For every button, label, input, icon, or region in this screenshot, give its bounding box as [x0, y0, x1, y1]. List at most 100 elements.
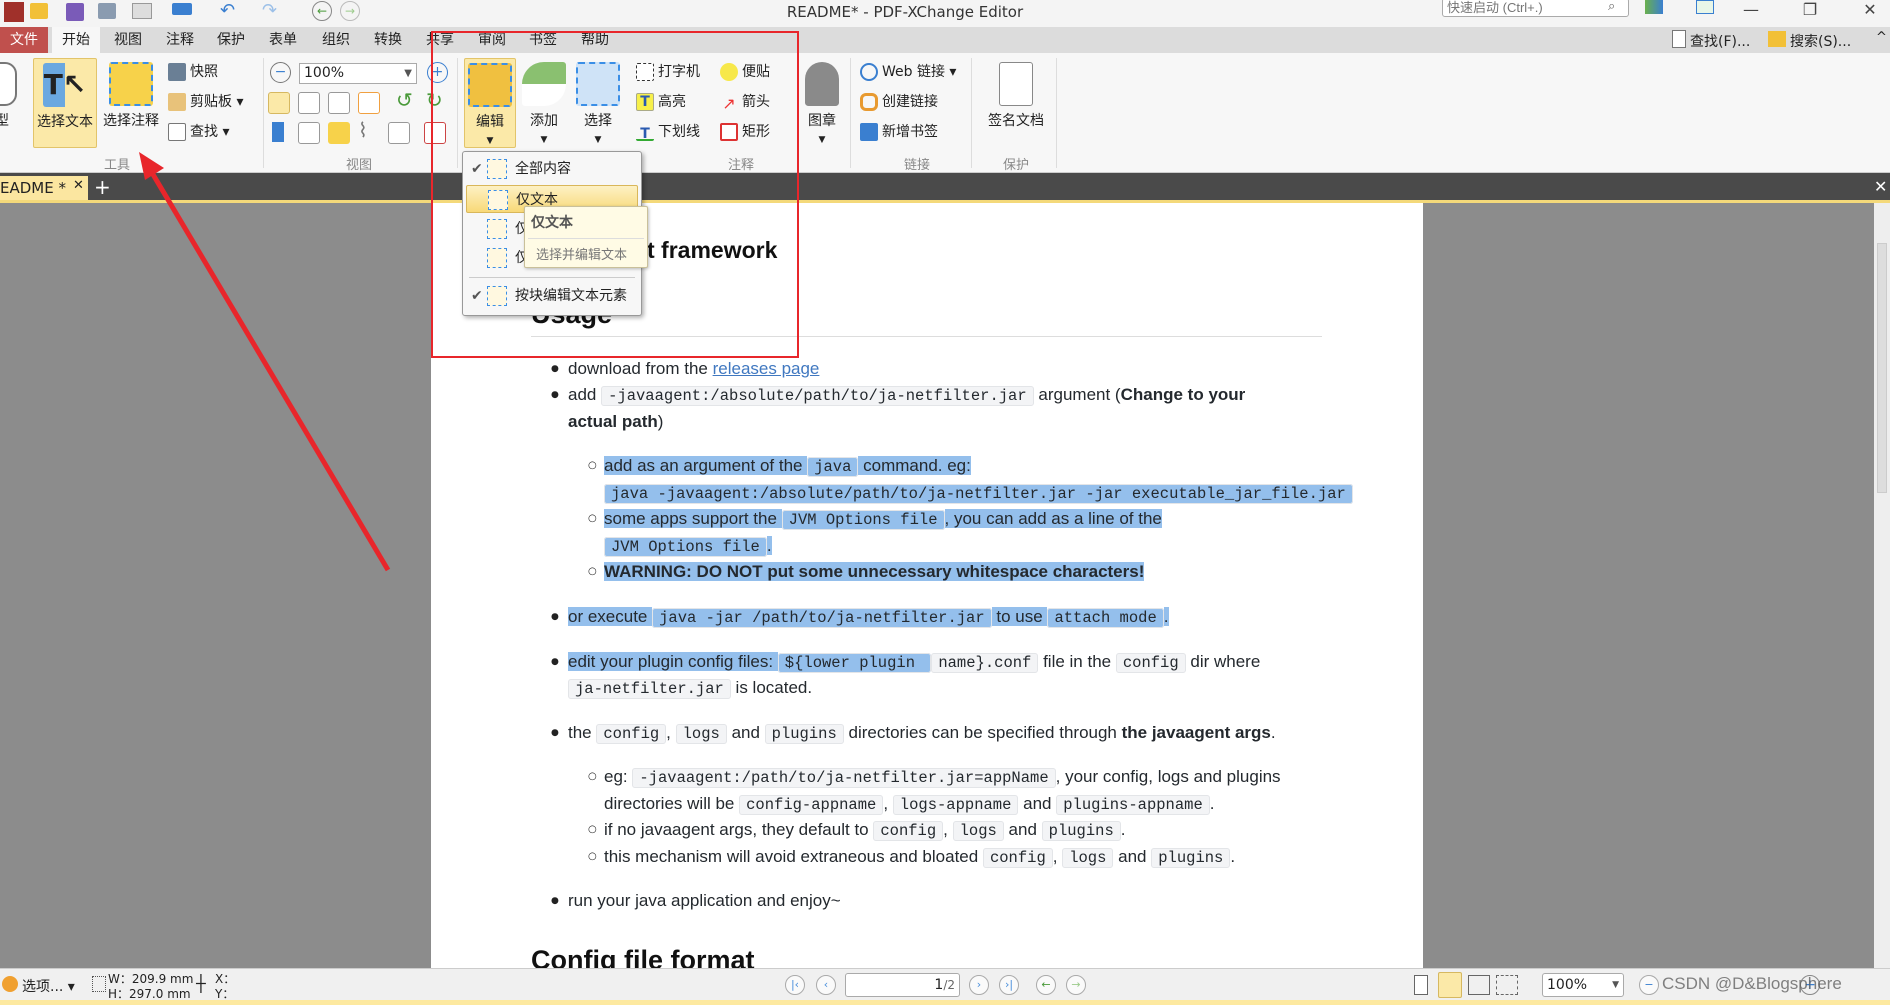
tab-view[interactable]: 视图	[104, 27, 152, 53]
find-doc-icon	[1672, 30, 1686, 48]
select-button[interactable]: 选择 ▼	[572, 58, 624, 148]
tab-help[interactable]: 帮助	[571, 27, 619, 53]
collapse-ribbon-icon[interactable]: ^	[1876, 30, 1887, 45]
pages-icon[interactable]	[298, 122, 320, 144]
tab-file[interactable]: 文件	[0, 27, 48, 53]
arrow-button[interactable]: ↗ 箭头	[720, 91, 770, 113]
fit-visible-icon[interactable]	[358, 92, 380, 114]
menu-item-label: 全部内容	[515, 161, 571, 177]
search-icon[interactable]: ⌕	[1608, 0, 1615, 14]
continuous-page-icon[interactable]	[1438, 972, 1462, 998]
list-bullet: ●	[551, 896, 559, 906]
restore-button[interactable]: ❐	[1795, 0, 1825, 19]
rotate-right-icon[interactable]: ↻	[426, 88, 443, 112]
tab-protect[interactable]: 保护	[207, 27, 255, 53]
tab-home[interactable]: 开始	[52, 27, 100, 53]
chevron-down-icon: ▼	[404, 68, 412, 79]
find-tool-button[interactable]: 查找 ▾	[168, 121, 229, 143]
prev-page-icon[interactable]: ‹	[816, 975, 836, 995]
underline-button[interactable]: T 下划线	[636, 121, 700, 143]
fit-page-icon[interactable]	[298, 92, 320, 114]
inline-code: config-appname	[739, 795, 884, 815]
status-zoom-combo[interactable]: 100% ▼	[1542, 973, 1624, 997]
tab-convert[interactable]: 转换	[364, 27, 412, 53]
close-button[interactable]: ✕	[1855, 0, 1885, 19]
actual-size-icon[interactable]	[268, 92, 290, 114]
search-button[interactable]: 搜索(S)...	[1790, 31, 1851, 51]
attachments-icon[interactable]: ⌇	[358, 118, 368, 142]
text-run: , your config, logs and plugins	[1055, 767, 1281, 786]
page-number-input[interactable]: 1/2	[845, 973, 960, 997]
document-line: ja-netfilter.jar is located.	[568, 676, 812, 700]
status-zoom-out-icon[interactable]: −	[1639, 975, 1659, 995]
forward-view-icon[interactable]: →	[1066, 975, 1086, 995]
add-button[interactable]: 添加 ▼	[518, 58, 570, 148]
tab-review[interactable]: 审阅	[468, 27, 516, 53]
continuous-facing-icon[interactable]	[1496, 975, 1518, 995]
heading-config-file-format: Config file format	[531, 945, 755, 968]
find-button[interactable]: 查找(F)...	[1690, 31, 1750, 51]
vertical-scrollbar[interactable]	[1874, 203, 1890, 968]
document-page[interactable]: t framework Usage ●download from the rel…	[431, 203, 1423, 968]
inline-code: java -jar /path/to/ja-netfilter.jar	[652, 608, 992, 628]
first-page-icon[interactable]: |‹	[785, 975, 805, 995]
edit-button[interactable]: 编辑 ▼	[464, 58, 516, 148]
rotate-left-icon[interactable]: ↺	[396, 88, 413, 112]
web-link-button[interactable]: Web 链接 ▾	[860, 61, 956, 83]
tab-share[interactable]: 共享	[416, 27, 464, 53]
new-tab-icon[interactable]: +	[94, 175, 111, 199]
add-bookmark-button[interactable]: 新增书签	[860, 121, 938, 143]
snapshot-button[interactable]: 快照	[168, 61, 218, 83]
inline-code: name}.conf	[931, 653, 1039, 673]
typewriter-button[interactable]: 打字机	[636, 61, 700, 83]
underline-label: 下划线	[658, 124, 700, 140]
minimize-button[interactable]: —	[1736, 0, 1766, 19]
quick-launch-input[interactable]	[1442, 0, 1629, 17]
back-view-icon[interactable]: ←	[1036, 975, 1056, 995]
last-page-icon[interactable]: ›|	[999, 975, 1019, 995]
zoom-in-icon[interactable]: +	[427, 62, 448, 83]
add-bookmark-icon	[860, 123, 878, 141]
fullscreen-icon[interactable]	[1696, 0, 1714, 14]
options-button[interactable]: 选项... ▾	[22, 976, 75, 996]
close-tab-icon[interactable]: ✕	[73, 174, 84, 198]
next-page-icon[interactable]: ›	[969, 975, 989, 995]
facing-pages-icon[interactable]	[1468, 975, 1490, 995]
rectangle-button[interactable]: 矩形	[720, 121, 770, 143]
link-releases-page[interactable]: releases page	[713, 359, 820, 378]
divider	[457, 58, 458, 168]
create-link-button[interactable]: 创建链接	[860, 91, 938, 113]
zoom-out-icon[interactable]: −	[270, 62, 291, 83]
single-page-icon[interactable]	[1414, 975, 1428, 995]
inline-code: attach mode	[1047, 608, 1164, 628]
sticky-note-button[interactable]: 便贴	[720, 61, 770, 83]
close-document-icon[interactable]: ✕	[1874, 177, 1887, 196]
document-tab[interactable]: EADME * ✕	[0, 176, 88, 200]
divider	[850, 58, 851, 168]
content-icon[interactable]	[388, 122, 410, 144]
stamp-label: 图章	[808, 113, 836, 129]
fit-width-icon[interactable]	[328, 92, 350, 114]
hand-tool-button[interactable]: 型	[0, 58, 24, 148]
select-comment-button[interactable]: 选择注释	[100, 58, 162, 148]
tab-form[interactable]: 表单	[259, 27, 307, 53]
properties-icon[interactable]	[424, 122, 446, 144]
menu-item-edit-by-block[interactable]: ✔ 按块编辑文本元素	[463, 282, 641, 310]
sign-document-button[interactable]: 签名文档	[980, 58, 1052, 148]
document-line: add -javaagent:/absolute/path/to/ja-netf…	[568, 383, 1245, 407]
stamp-button[interactable]: 图章 ▼	[800, 58, 844, 148]
select-text-button[interactable]: T↖ 选择文本	[33, 58, 97, 148]
tab-organize[interactable]: 组织	[312, 27, 360, 53]
comments-icon[interactable]	[328, 122, 350, 144]
scrollbar-thumb[interactable]	[1877, 243, 1887, 493]
tab-bookmark[interactable]: 书签	[519, 27, 567, 53]
settings-icon[interactable]	[1645, 0, 1663, 14]
zoom-combo[interactable]: 100% ▼	[299, 63, 417, 84]
menu-item-all-content[interactable]: ✔ 全部内容	[463, 155, 641, 183]
clipboard-button[interactable]: 剪贴板 ▾	[168, 91, 243, 113]
tab-comment[interactable]: 注释	[156, 27, 204, 53]
arrow-label: 箭头	[742, 94, 770, 110]
text-run: if no javaagent args, they default to	[604, 820, 874, 839]
bookmarks-icon[interactable]	[272, 122, 284, 142]
highlight-button[interactable]: T 高亮	[636, 91, 686, 113]
